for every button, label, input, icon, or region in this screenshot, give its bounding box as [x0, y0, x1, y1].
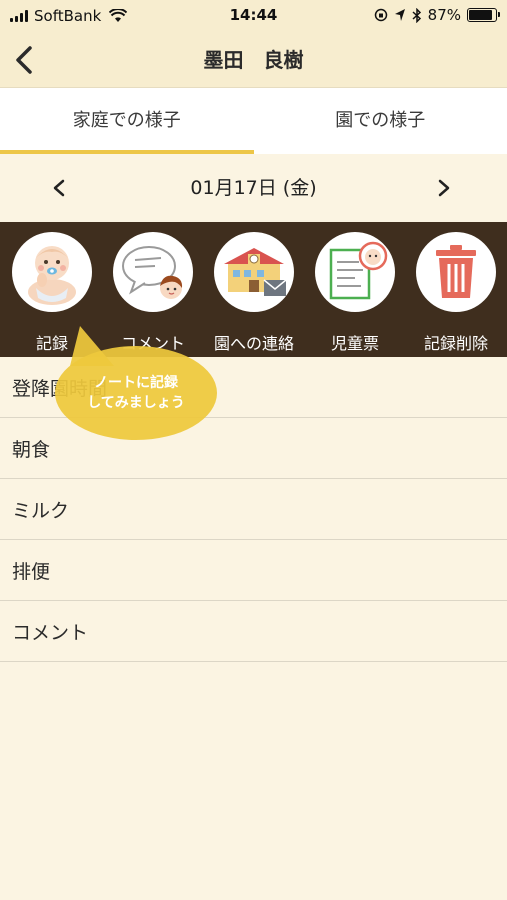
bluetooth-icon	[412, 7, 421, 23]
record-action-circle	[12, 232, 92, 312]
school-mail-icon	[224, 248, 287, 296]
child-record-action-label: 児童票	[330, 334, 379, 353]
chevron-right-icon	[438, 179, 450, 197]
orientation-lock-icon	[374, 8, 387, 22]
delete-record-action-label: 記録削除	[423, 334, 488, 353]
chevron-left-icon	[53, 179, 65, 197]
baby-icon	[28, 246, 76, 305]
chevron-left-icon	[16, 46, 32, 74]
battery-icon	[467, 8, 500, 22]
battery-level	[469, 10, 492, 20]
list-item-bowel-movement[interactable]: 排便	[0, 540, 507, 601]
contact-nursery-action-circle	[214, 232, 294, 312]
list-item-breakfast[interactable]: 朝食	[0, 418, 507, 479]
comment-bubble-icon	[122, 246, 183, 299]
location-arrow-icon	[394, 9, 405, 21]
delete-record-action-circle	[416, 232, 496, 312]
tab-bar: 家庭での様子 園での様子	[0, 88, 507, 154]
contact-nursery-action-button[interactable]: 園への連絡	[212, 232, 296, 354]
tab-nursery[interactable]: 園での様子	[254, 88, 507, 154]
page-title: 墨田 良樹	[203, 48, 304, 72]
tooltip-line-1: ノートに記録	[94, 375, 178, 391]
onboarding-tooltip[interactable]: ノートに記録 してみましょう	[55, 346, 217, 440]
next-day-button[interactable]	[427, 171, 461, 205]
battery-percent: 87%	[427, 6, 461, 24]
status-right: 87%	[374, 6, 500, 24]
delete-record-action-button[interactable]: 記録削除	[414, 232, 498, 354]
tab-home[interactable]: 家庭での様子	[0, 88, 254, 154]
back-button[interactable]	[6, 42, 42, 78]
list-item-milk[interactable]: ミルク	[0, 479, 507, 540]
date-selector: 01月17日 (金)	[0, 154, 507, 222]
nav-bar: 墨田 良樹	[0, 32, 507, 88]
child-record-action-button[interactable]: 児童票	[313, 232, 397, 354]
child-record-action-circle	[315, 232, 395, 312]
comment-action-circle	[113, 232, 193, 312]
comment-action-button[interactable]: コメント	[111, 232, 195, 354]
child-record-icon	[329, 241, 388, 300]
tooltip-line-2: してみましょう	[87, 395, 185, 411]
status-bar: SoftBank 14:44 87%	[0, 0, 507, 32]
previous-day-button[interactable]	[42, 171, 76, 205]
contact-nursery-action-label: 園への連絡	[213, 334, 294, 353]
trash-icon	[436, 245, 476, 298]
list-item-comment[interactable]: コメント	[0, 601, 507, 662]
